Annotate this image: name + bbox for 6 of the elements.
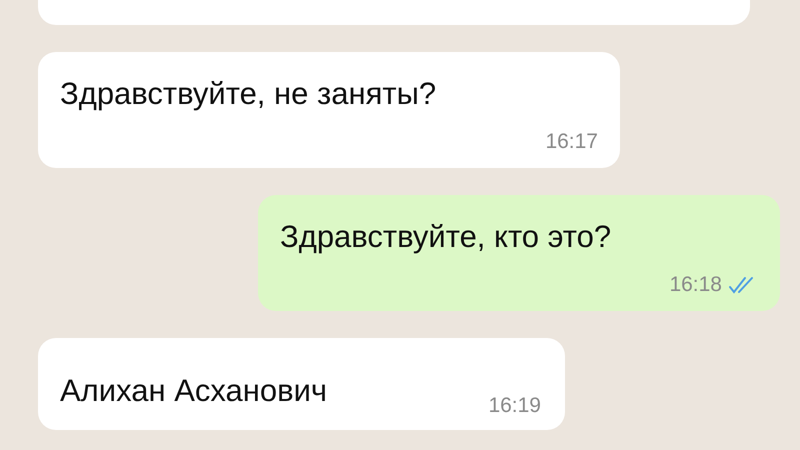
message-time: 16:17	[545, 130, 598, 154]
message-text: Алихан Асханович	[60, 373, 328, 409]
message-text: Здравствуйте, кто это?	[280, 219, 612, 255]
message-time: 16:19	[488, 394, 541, 418]
message-text: Здравствуйте, не заняты?	[60, 76, 438, 112]
message-time: 16:18	[669, 273, 722, 297]
